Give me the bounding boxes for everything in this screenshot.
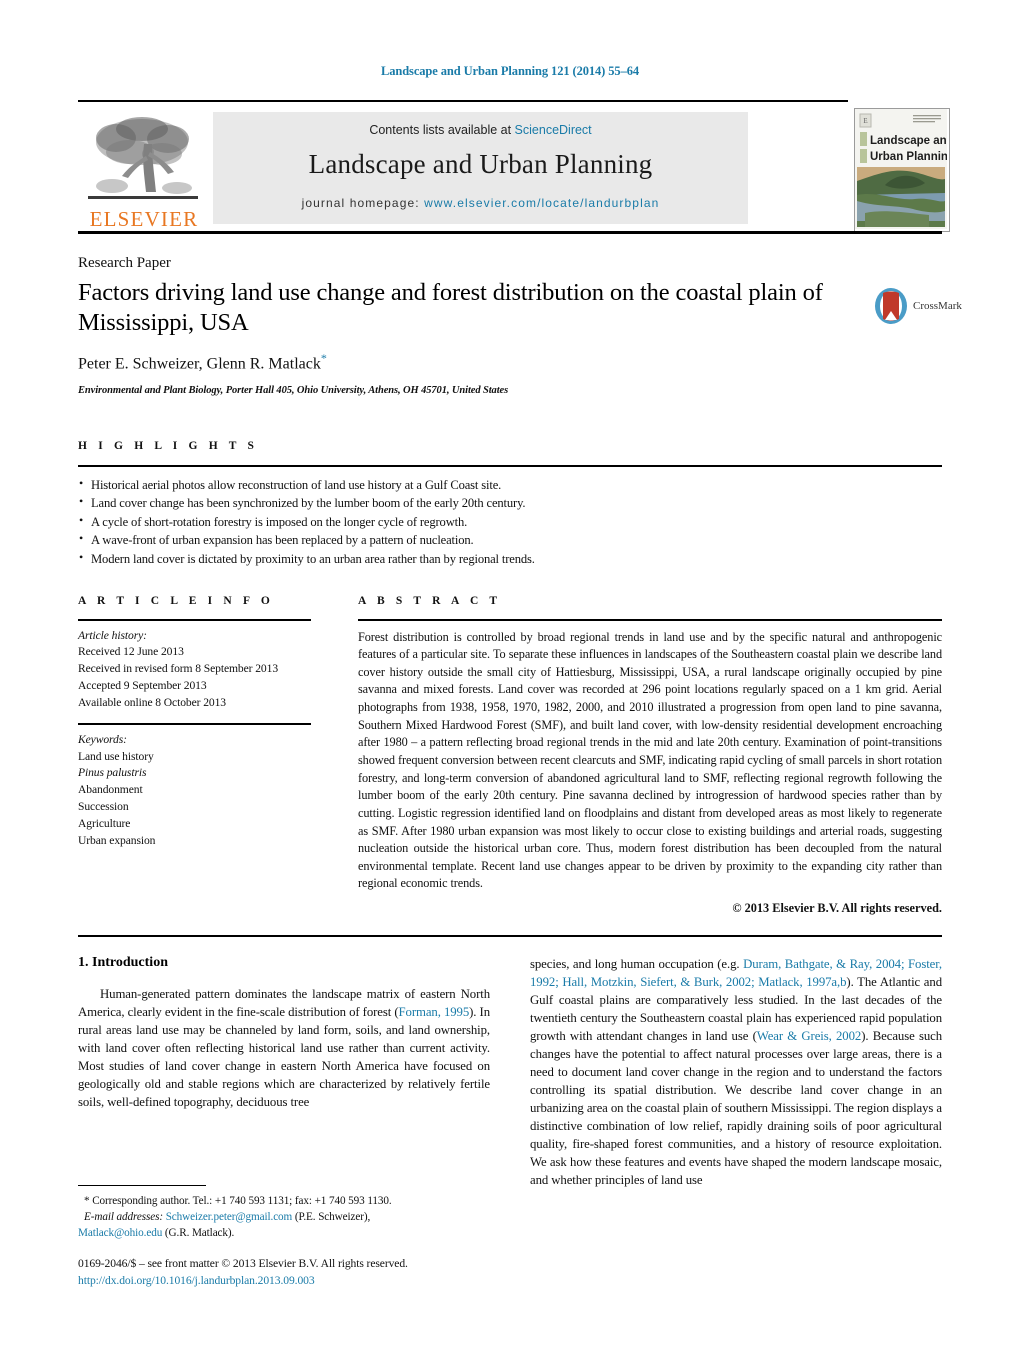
homepage-link[interactable]: www.elsevier.com/locate/landurbplan	[424, 196, 659, 210]
abstract-rule	[358, 619, 942, 621]
svg-text:Urban Planning: Urban Planning	[870, 151, 947, 163]
keyword: Pinus palustris	[78, 766, 147, 780]
body-column-right: species, and long human occupation (e.g.…	[530, 955, 942, 1189]
homepage-line: journal homepage: www.elsevier.com/locat…	[213, 196, 748, 210]
section-heading-introduction: 1. Introduction	[78, 955, 168, 970]
page-title: Factors driving land use change and fore…	[78, 279, 823, 336]
running-head: Landscape and Urban Planning 121 (2014) …	[380, 64, 640, 78]
highlights-rule	[78, 465, 942, 467]
email-owner-matlack: (G.R. Matlack).	[164, 1227, 235, 1240]
front-matter-line: 0169-2046/$ – see front matter © 2013 El…	[78, 1257, 408, 1270]
keywords-rule	[78, 723, 311, 725]
highlights-list: Historical aerial photos allow reconstru…	[78, 475, 942, 569]
list-item: Historical aerial photos allow reconstru…	[78, 475, 942, 495]
intro-right-post: ). Because such changes have the potenti…	[530, 1029, 942, 1188]
homepage-prefix: journal homepage:	[301, 196, 425, 210]
author-list: Peter E. Schweizer, Glenn R. Matlack*	[78, 351, 942, 373]
elsevier-wordmark: ELSEVIER	[89, 207, 199, 231]
journal-header: ELSEVIER Contents lists available at Sci…	[78, 100, 950, 234]
article-info-label: A R T I C L E I N F O	[78, 595, 274, 607]
history-received: Received 12 June 2013	[78, 645, 184, 659]
list-item: Modern land cover is dictated by proximi…	[78, 549, 942, 569]
journal-title: Landscape and Urban Planning	[308, 149, 653, 179]
history-online: Available online 8 October 2013	[78, 696, 227, 710]
keyword: Agriculture	[78, 817, 131, 831]
article-history: Article history: Received 12 June 2013 R…	[78, 628, 328, 713]
email-link-matlack[interactable]: Matlack@ohio.edu	[78, 1227, 162, 1239]
list-item: A wave-front of urban expansion has been…	[78, 530, 942, 550]
elsevier-tree-icon	[88, 117, 198, 199]
email-link-schweizer[interactable]: Schweizer.peter@gmail.com	[166, 1211, 293, 1223]
paper-type: Research Paper	[78, 255, 171, 271]
email-label: E-mail addresses:	[84, 1211, 163, 1224]
citation-link[interactable]: Wear & Greis, 2002	[757, 1029, 862, 1043]
abstract-section: A B S T R A C T Forest distribution is c…	[358, 595, 942, 916]
intro-paragraph-right: species, and long human occupation (e.g.…	[530, 955, 942, 1189]
crossmark-label: CrossMark	[913, 300, 962, 312]
crossmark-badge[interactable]: CrossMark	[873, 287, 962, 329]
doi-link[interactable]: http://dx.doi.org/10.1016/j.landurbplan.…	[78, 1272, 578, 1289]
footnote-corresponding: * Corresponding author. Tel.: +1 740 593…	[78, 1193, 490, 1241]
article-page: Landscape and Urban Planning 121 (2014) …	[0, 0, 1020, 1351]
body-column-left: 1. Introduction Human-generated pattern …	[78, 955, 490, 1111]
highlights-section: H I G H L I G H T S Historical aerial ph…	[78, 440, 942, 568]
intro-text-post: ). In rural areas land use may be channe…	[78, 1005, 490, 1110]
corresponding-author-note: * Corresponding author. Tel.: +1 740 593…	[84, 1195, 392, 1207]
corresponding-author-marker: *	[320, 351, 327, 366]
keywords-list: Keywords: Land use history Pinus palustr…	[78, 732, 328, 850]
contents-line: Contents lists available at ScienceDirec…	[213, 123, 748, 137]
intro-right-pre: species, and long human occupation (e.g.	[530, 957, 744, 971]
affiliation: Environmental and Plant Biology, Porter …	[78, 384, 509, 396]
keyword: Urban expansion	[78, 834, 156, 848]
header-bottom-rule	[78, 231, 942, 234]
abstract-text: Forest distribution is controlled by bro…	[358, 629, 942, 891]
email-addresses-note-2: Matlack@ohio.edu (G.R. Matlack).	[78, 1225, 490, 1241]
header-top-rule	[78, 100, 848, 102]
citation-link[interactable]: Forman, 1995	[399, 1005, 470, 1019]
journal-cover-thumbnail: E Landscape and Urban Planning	[854, 108, 950, 232]
abstract-label: A B S T R A C T	[358, 595, 502, 607]
footnote-rule	[78, 1185, 206, 1186]
crossmark-icon	[875, 288, 907, 324]
intro-paragraph-left: Human-generated pattern dominates the la…	[78, 985, 490, 1111]
article-info-rule	[78, 619, 311, 621]
keyword: Succession	[78, 800, 129, 814]
journal-cover-image: E Landscape and Urban Planning	[855, 109, 949, 229]
history-accepted: Accepted 9 September 2013	[78, 679, 207, 693]
history-revised: Received in revised form 8 September 201…	[78, 662, 279, 676]
author-names: Peter E. Schweizer, Glenn R. Matlack	[78, 355, 321, 373]
highlights-label: H I G H L I G H T S	[78, 440, 259, 452]
front-matter-block: 0169-2046/$ – see front matter © 2013 El…	[78, 1255, 578, 1290]
keyword: Abandonment	[78, 783, 143, 797]
svg-text:E: E	[863, 117, 867, 125]
elsevier-logo: ELSEVIER	[82, 112, 204, 230]
article-info-section: A R T I C L E I N F O Article history: R…	[78, 595, 328, 850]
article-history-heading: Article history:	[78, 628, 147, 642]
keyword: Land use history	[78, 749, 154, 763]
keywords-heading: Keywords:	[78, 732, 127, 746]
svg-text:Landscape and: Landscape and	[870, 135, 947, 147]
list-item: A cycle of short-rotation forestry is im…	[78, 512, 942, 532]
abstract-copyright: © 2013 Elsevier B.V. All rights reserved…	[732, 901, 942, 916]
journal-banner: Contents lists available at ScienceDirec…	[213, 112, 748, 224]
sciencedirect-link[interactable]: ScienceDirect	[515, 123, 592, 137]
list-item: Land cover change has been synchronized …	[78, 493, 942, 513]
email-addresses-note: E-mail addresses: Schweizer.peter@gmail.…	[78, 1209, 490, 1225]
footnote-block: * Corresponding author. Tel.: +1 740 593…	[78, 1185, 490, 1241]
contents-prefix: Contents lists available at	[369, 123, 515, 137]
email-owner-schweizer: (P.E. Schweizer),	[294, 1211, 371, 1224]
title-block: Research Paper Factors driving land use …	[78, 255, 962, 396]
abstract-bottom-rule	[78, 935, 942, 937]
